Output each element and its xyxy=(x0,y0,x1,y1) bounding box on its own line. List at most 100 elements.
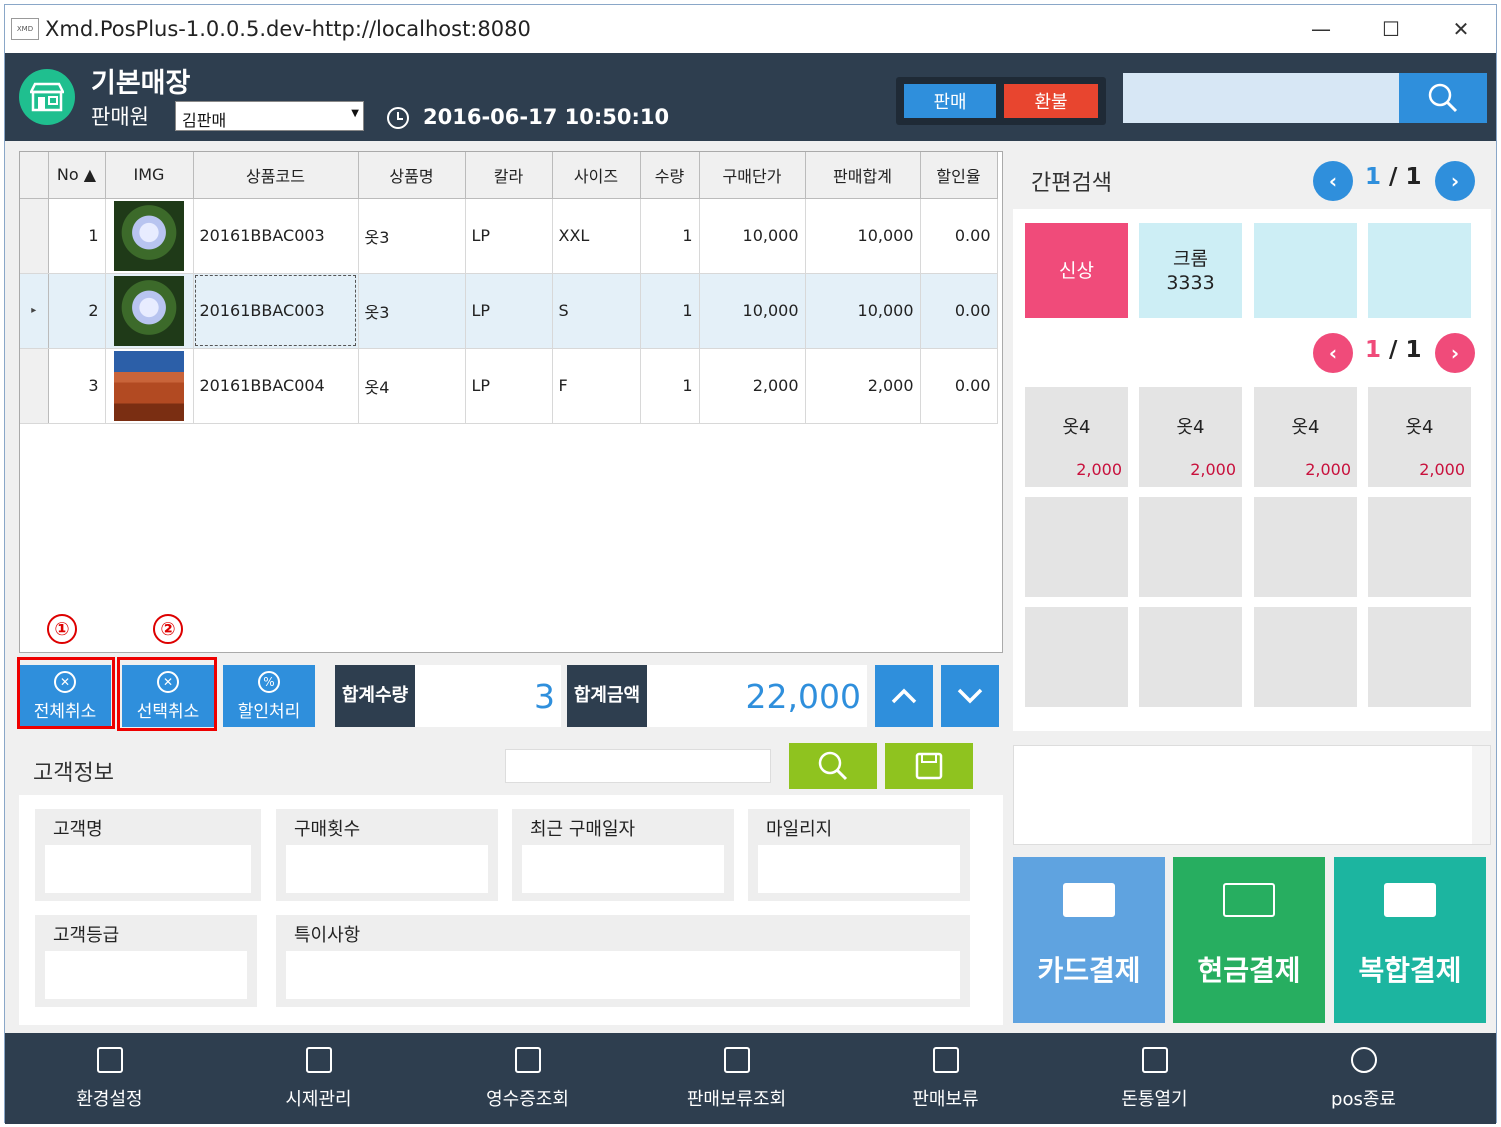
quick-search-header: 간편검색 ‹ 1 / 1 › xyxy=(1013,151,1491,209)
held-sales-search-label: 판매보류조회 xyxy=(686,1088,787,1110)
product-image xyxy=(114,200,184,271)
total-amount-label-line-1: 합계 xyxy=(573,685,607,706)
open-drawer-button[interactable]: 돈통열기 xyxy=(1050,1033,1259,1124)
page-separator: / xyxy=(1389,337,1398,363)
product-tile-empty[interactable] xyxy=(1368,607,1471,707)
seller-select[interactable]: 김판매 ▼ xyxy=(175,101,364,131)
col-header-qty[interactable]: 수량 xyxy=(640,152,700,199)
window-title: Xmd.PosPlus-1.0.0.5.dev-http://localhost… xyxy=(45,17,531,41)
customer-search-input[interactable] xyxy=(505,749,771,783)
save-icon xyxy=(915,752,943,780)
customer-grade-input[interactable] xyxy=(45,951,247,999)
move-down-button[interactable] xyxy=(941,665,999,727)
product-prev-button[interactable]: ‹ xyxy=(1313,333,1353,373)
customer-search-button[interactable] xyxy=(789,743,877,789)
pos-window: XMD Xmd.PosPlus-1.0.0.5.dev-http://local… xyxy=(4,4,1497,1124)
product-tile-empty[interactable] xyxy=(1139,497,1242,597)
receipt-search-icon xyxy=(514,1046,541,1073)
col-header-color[interactable]: 칼라 xyxy=(465,152,553,199)
customer-name-input[interactable] xyxy=(45,845,251,893)
row-header[interactable] xyxy=(20,348,49,424)
col-header-no[interactable]: No ▲ xyxy=(48,152,106,199)
col-header-size[interactable]: 사이즈 xyxy=(552,152,641,199)
minimize-button[interactable]: — xyxy=(1286,5,1356,53)
product-tile[interactable]: 옷4 2,000 xyxy=(1254,387,1357,487)
product-tile-price: 2,000 xyxy=(1305,460,1351,479)
move-up-button[interactable] xyxy=(875,665,933,727)
product-tile-empty[interactable] xyxy=(1368,497,1471,597)
product-tile[interactable]: 옷4 2,000 xyxy=(1139,387,1242,487)
card-payment-button[interactable]: 카드결제 xyxy=(1013,857,1165,1023)
product-next-button[interactable]: › xyxy=(1435,333,1475,373)
highlight-box-2 xyxy=(117,657,217,731)
total-amount-label: 합계 금액 xyxy=(567,665,647,727)
col-header-unit-price[interactable]: 구매단가 xyxy=(699,152,806,199)
category-prev-button[interactable]: ‹ xyxy=(1313,161,1353,201)
cell-qty: 1 xyxy=(640,198,700,274)
category-tile-empty[interactable] xyxy=(1368,223,1471,318)
cell-size: S xyxy=(552,273,641,349)
held-sales-search-button[interactable]: 판매보류조회 xyxy=(632,1033,841,1124)
col-header-img[interactable]: IMG xyxy=(105,152,194,199)
sale-button[interactable]: 판매 xyxy=(904,84,996,118)
search-button[interactable] xyxy=(1399,73,1487,123)
purchase-count-label: 구매횟수 xyxy=(294,819,361,840)
purchase-count-input[interactable] xyxy=(286,845,488,893)
table-row[interactable]: ▸ 2 20161BBAC003 옷3 LP S 1 10,000 10,000… xyxy=(20,273,998,349)
clock-icon xyxy=(387,107,409,129)
total-amount-value: 22,000 xyxy=(647,665,867,727)
row-header-corner xyxy=(20,152,49,199)
col-header-name[interactable]: 상품명 xyxy=(358,152,466,199)
col-header-discount[interactable]: 할인율 xyxy=(920,152,998,199)
memo-textarea[interactable] xyxy=(1013,745,1491,845)
customer-name-label: 고객명 xyxy=(53,819,103,840)
table-row[interactable]: 1 20161BBAC003 옷3 LP XXL 1 10,000 10,000… xyxy=(20,198,998,274)
product-tile-empty[interactable] xyxy=(1025,497,1128,597)
row-selected-marker[interactable]: ▸ xyxy=(20,273,49,349)
last-purchase-input[interactable] xyxy=(522,845,724,893)
discount-button[interactable]: % 할인처리 xyxy=(223,665,315,727)
col-header-code[interactable]: 상품코드 xyxy=(193,152,359,199)
total-qty-label: 합계 수량 xyxy=(335,665,415,727)
customer-panel: 고객정보 고객명 구매횟수 최근 구매일자 마일리지 고객등급 특이사항 xyxy=(19,739,1003,1025)
refund-button[interactable]: 환불 xyxy=(1004,84,1098,118)
cell-size: XXL xyxy=(552,198,641,274)
cash-payment-button[interactable]: 현금결제 xyxy=(1173,857,1325,1023)
highlight-box-1 xyxy=(17,657,115,729)
table-row[interactable]: 3 20161BBAC004 옷4 LP F 1 2,000 2,000 0.0… xyxy=(20,348,998,424)
col-header-total[interactable]: 판매합계 xyxy=(805,152,921,199)
product-tile-empty[interactable] xyxy=(1254,607,1357,707)
search-input[interactable] xyxy=(1123,73,1399,123)
product-tile-empty[interactable] xyxy=(1025,607,1128,707)
mileage-input[interactable] xyxy=(758,845,960,893)
row-header[interactable] xyxy=(20,198,49,274)
pos-exit-button[interactable]: pos종료 xyxy=(1259,1033,1468,1124)
receipt-search-button[interactable]: 영수증조회 xyxy=(423,1033,632,1124)
product-tile[interactable]: 옷4 2,000 xyxy=(1025,387,1128,487)
annotation-2: ② xyxy=(153,614,183,644)
memo-scrollbar[interactable] xyxy=(1472,746,1490,844)
maximize-button[interactable]: ☐ xyxy=(1356,5,1426,53)
product-page-indicator: 1 / 1 xyxy=(1365,337,1421,363)
cash-management-button[interactable]: 시제관리 xyxy=(214,1033,423,1124)
category-tile-new[interactable]: 신상 xyxy=(1025,223,1128,318)
product-tile[interactable]: 옷4 2,000 xyxy=(1368,387,1471,487)
hold-sale-button[interactable]: 판매보류 xyxy=(841,1033,1050,1124)
search-icon xyxy=(818,751,848,781)
cell-discount: 0.00 xyxy=(920,348,998,424)
customer-name-field: 고객명 xyxy=(35,809,261,901)
close-button[interactable]: ✕ xyxy=(1426,5,1496,53)
notes-input[interactable] xyxy=(286,951,960,999)
product-tile-empty[interactable] xyxy=(1254,497,1357,597)
cell-code: 20161BBAC003 xyxy=(193,273,359,349)
mixed-payment-button[interactable]: 복합결제 xyxy=(1334,857,1486,1023)
category-next-button[interactable]: › xyxy=(1435,161,1475,201)
customer-save-button[interactable] xyxy=(885,743,973,789)
settings-button[interactable]: 환경설정 xyxy=(5,1033,214,1124)
title-bar: XMD Xmd.PosPlus-1.0.0.5.dev-http://local… xyxy=(5,5,1496,53)
category-tile-empty[interactable] xyxy=(1254,223,1357,318)
cell-img xyxy=(105,348,194,424)
category-tile-chrome[interactable]: 크롬 3333 xyxy=(1139,223,1242,318)
product-tile-price: 2,000 xyxy=(1419,460,1465,479)
product-tile-empty[interactable] xyxy=(1139,607,1242,707)
